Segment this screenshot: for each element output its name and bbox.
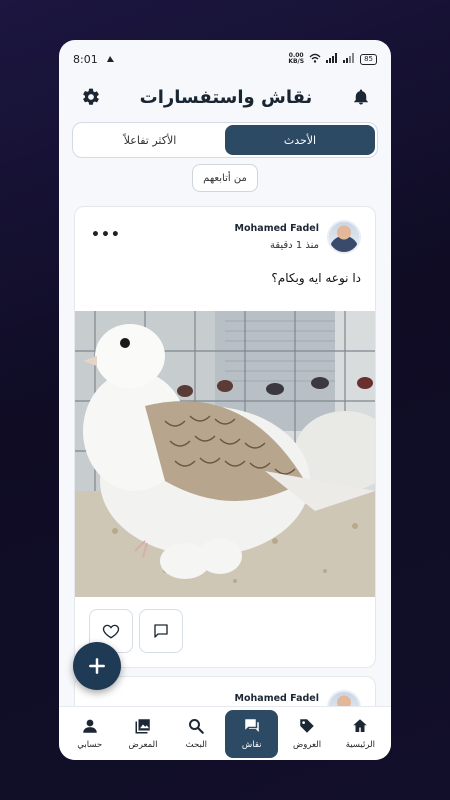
signal-icon-2 xyxy=(343,53,355,65)
nav-label: البحث xyxy=(185,740,208,750)
post-text: دا نوعه ايه وبكام؟ xyxy=(271,271,361,285)
network-speed-unit: KB/S xyxy=(288,58,305,65)
signal-icon xyxy=(326,53,338,65)
nav-item-gallery[interactable]: المعرض xyxy=(116,710,169,758)
nav-item-home[interactable]: الرئيسية xyxy=(334,710,387,758)
post-image[interactable] xyxy=(75,311,375,597)
nav-label: حسابي xyxy=(77,740,103,750)
add-post-button[interactable] xyxy=(73,642,121,690)
following-filter-chip[interactable]: من أتابعهم xyxy=(192,164,258,192)
notification-icon xyxy=(106,53,115,66)
status-bar: 8:01 0.00 KB/S 85 xyxy=(59,40,391,78)
post-time: منذ 1 دقيقة xyxy=(269,240,319,251)
nav-item-account[interactable]: حسابي xyxy=(63,710,116,758)
post-header: Mohamed Fadel منذ 1 دقيقة ••• xyxy=(75,207,375,265)
nav-item-offers[interactable]: العروض xyxy=(280,710,333,758)
chat-icon xyxy=(244,719,259,732)
bottom-nav: الرئيسية العروض نقاش البحث المعرض حسابي xyxy=(59,706,391,760)
nav-label: المعرض xyxy=(128,740,158,750)
avatar[interactable] xyxy=(327,220,361,254)
posts-feed: Mohamed Fadel منذ 1 دقيقة ••• دا نوعه اي… xyxy=(74,206,376,736)
network-speed: 0.00 KB/S xyxy=(288,53,304,65)
tab-latest[interactable]: الأحدث xyxy=(225,125,375,155)
bell-icon xyxy=(354,89,368,105)
person-icon xyxy=(82,719,97,733)
nav-label: نقاش xyxy=(241,740,262,750)
gallery-icon xyxy=(135,719,150,734)
tag-icon xyxy=(300,719,314,733)
nav-label: الرئيسية xyxy=(345,740,375,750)
comment-button[interactable] xyxy=(139,609,183,653)
wifi-icon xyxy=(309,53,321,65)
home-icon xyxy=(353,719,368,732)
phone-screen: 8:01 0.00 KB/S 85 نقاش واستفسارات الأحدث… xyxy=(59,40,391,760)
more-dots-icon[interactable]: ••• xyxy=(91,227,121,243)
search-icon xyxy=(189,719,205,734)
notifications-button[interactable] xyxy=(349,85,373,109)
post-author[interactable]: Mohamed Fadel xyxy=(235,223,319,234)
nav-label: العروض xyxy=(292,740,322,750)
heart-icon xyxy=(102,624,120,639)
tab-most-interactive[interactable]: الأكثر تفاعلاً xyxy=(75,125,225,155)
status-time: 8:01 xyxy=(73,52,98,66)
gear-icon xyxy=(83,88,99,105)
comment-icon xyxy=(154,624,168,638)
app-header: نقاش واستفسارات xyxy=(59,78,391,116)
post-card: Mohamed Fadel منذ 1 دقيقة ••• دا نوعه اي… xyxy=(74,206,376,668)
settings-button[interactable] xyxy=(79,85,103,109)
nav-item-discussion[interactable]: نقاش xyxy=(225,709,279,758)
page-title: نقاش واستفسارات xyxy=(139,86,313,108)
feed-tabs: الأحدث الأكثر تفاعلاً xyxy=(72,122,378,158)
battery-indicator: 85 xyxy=(360,53,377,65)
nav-item-search[interactable]: البحث xyxy=(170,710,223,758)
status-left: 8:01 xyxy=(73,53,115,66)
plus-icon xyxy=(89,658,105,674)
status-right: 0.00 KB/S 85 xyxy=(288,53,377,65)
post-author[interactable]: Mohamed Fadel xyxy=(235,693,319,704)
